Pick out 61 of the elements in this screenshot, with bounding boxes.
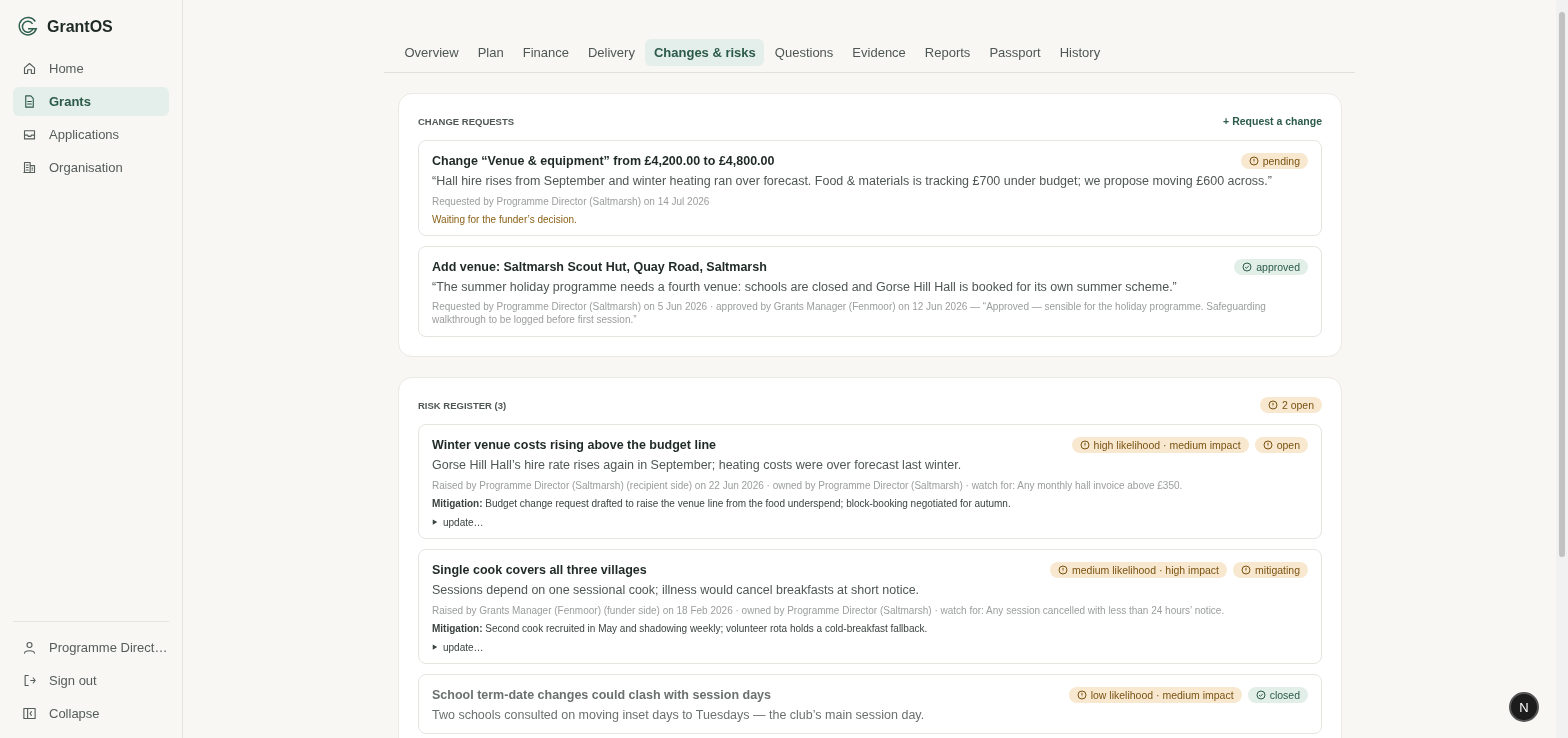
tab[interactable]: Delivery — [579, 39, 644, 66]
status-badge: high likelihood · medium impact — [1071, 437, 1249, 454]
request-quote: “The summer holiday programme needs a fourth venue: schools are closed and Gorse Hill Hall is booked for its own summer scheme.” — [432, 279, 1178, 296]
sidebar-item[interactable]: Grants — [13, 87, 169, 116]
status-badge: closed — [1247, 686, 1308, 703]
item-title: Single cook covers all three villages — [432, 562, 647, 577]
risk-description: Sessions depend on one sessional cook; illness would cancel breakfasts at short notice. — [432, 582, 921, 599]
disclosure-triangle-icon — [432, 644, 438, 650]
request-meta: Requested by Programme Director (Saltmarsh) on 14 Jul 2026 — [432, 194, 711, 208]
tab[interactable]: Passport — [980, 39, 1050, 66]
update-toggle[interactable]: update… — [432, 641, 484, 653]
status-badge: low likelihood · medium impact — [1068, 686, 1242, 703]
logo-icon — [17, 16, 39, 38]
status-badge: 2 open — [1259, 397, 1322, 414]
disclosure-triangle-icon — [432, 519, 438, 526]
tab[interactable]: Finance — [514, 39, 578, 66]
user-icon — [22, 640, 37, 655]
request-quote: “Hall hire rises from September and winter heating ran over forecast. Food & materials is tracking £700 under budget; we propose moving £600 across.” — [432, 174, 1273, 190]
tab[interactable]: Reports — [916, 39, 979, 66]
tab[interactable]: Changes & risks — [645, 39, 765, 66]
tab[interactable]: Questions — [766, 39, 842, 66]
risk-description: Gorse Hill Hall’s hire rate rises again in September; heating costs were over forecast last winter. — [432, 458, 963, 474]
home-icon — [22, 61, 37, 76]
sidebar-item[interactable]: Sign out — [13, 666, 169, 695]
status-badge: pending — [1240, 153, 1308, 169]
sidebar-collapse-icon — [22, 706, 37, 721]
request-meta: Requested by Programme Director (Saltmarsh) on 5 Jun 2026 · approved by Grants Manager (Fenmoor) on 12 Jun 2026 — “Approved — sensible for the holiday programme. Safeguarding walkthrough to be logged before first session.” — [432, 300, 1267, 327]
item-title: School term-date changes could clash with session days — [432, 687, 771, 702]
assistant-button[interactable]: N — [1509, 692, 1539, 722]
mitigation-text: Mitigation: Second cook recruited in May and shadowing weekly; volunteer rota holds a cold-breakfast fallback. — [432, 622, 929, 634]
tab[interactable]: Plan — [469, 39, 513, 66]
document-icon — [22, 94, 37, 109]
tab[interactable]: Evidence — [843, 39, 915, 66]
sidebar-item[interactable]: Home — [13, 54, 169, 83]
update-toggle[interactable]: update… — [432, 516, 484, 528]
sidebar-item[interactable]: Organisation — [13, 153, 169, 182]
risk-meta: Raised by Grants Manager (Fenmoor) (funder side) on 18 Feb 2026 · owned by Programme Director (Saltmarsh) · watch for: Any session cancelled with less than 24 hours’ notice. — [432, 603, 1226, 617]
tab[interactable]: Overview — [396, 39, 468, 66]
mitigation-text: Mitigation: Budget change request drafted to raise the venue line from the food underspend; block-booking negotiated for autumn. — [432, 497, 1012, 509]
risk-description: Two schools consulted on moving inset days to Tuesdays — the club’s main session day. — [432, 707, 926, 724]
inbox-icon — [22, 127, 37, 142]
sidebar-item[interactable]: Programme Direct… — [13, 633, 169, 662]
request-change-link[interactable]: + Request a change — [1223, 115, 1322, 127]
item-title: Winter venue costs rising above the budget line — [432, 438, 716, 453]
sign-out-icon — [22, 673, 37, 688]
sidebar-item[interactable]: Collapse — [13, 699, 169, 728]
scrollbar[interactable] — [1556, 0, 1568, 738]
status-badge: open — [1254, 437, 1308, 454]
status-badge: mitigating — [1233, 561, 1308, 578]
tab[interactable]: History — [1051, 39, 1109, 66]
item-title: Change “Venue & equipment” from £4,200.00 to £4,800.00 — [432, 154, 775, 168]
status-badge: medium likelihood · high impact — [1049, 561, 1228, 578]
sidebar-item[interactable]: Applications — [13, 120, 169, 149]
item-title: Add venue: Saltmarsh Scout Hut, Quay Road, Saltmarsh — [432, 259, 767, 274]
section-heading: CHANGE REQUESTS — [418, 115, 515, 127]
building-icon — [22, 160, 37, 175]
brand-name: GrantOS — [47, 18, 113, 36]
risk-meta: Raised by Programme Director (Saltmarsh) (recipient side) on 22 Jun 2026 · owned by Programme Director (Saltmarsh) · watch for: Any monthly hall invoice above £350. — [432, 478, 1184, 492]
status-note: Waiting for the funder’s decision. — [432, 213, 578, 225]
section-heading: RISK REGISTER (3) — [418, 399, 507, 411]
status-badge: approved — [1234, 258, 1308, 275]
